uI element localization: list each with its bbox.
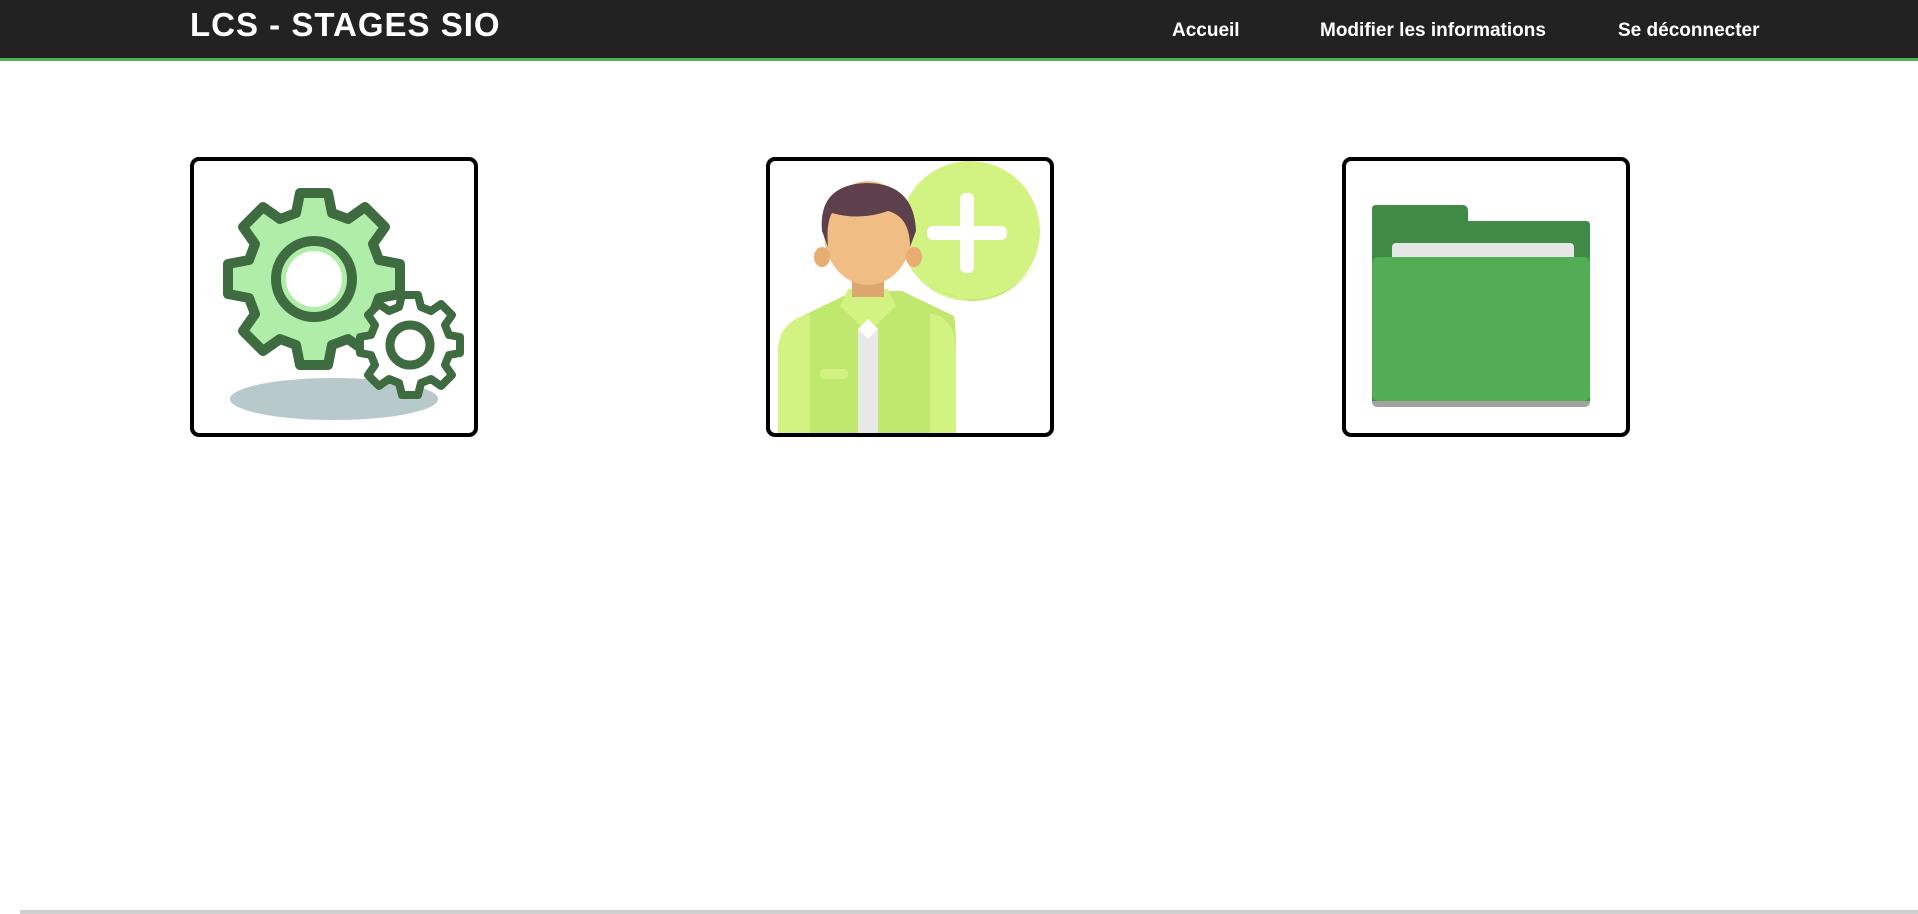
nav-link-accueil[interactable]: Accueil	[1172, 20, 1240, 42]
folder-tile[interactable]	[1342, 157, 1630, 437]
page-bottom-divider	[20, 910, 1918, 914]
folder-icon	[1372, 205, 1590, 407]
nav-link-se-deconnecter[interactable]: Se déconnecter	[1618, 20, 1760, 42]
site-title: LCS - STAGES SIO	[190, 6, 501, 43]
add-user-icon	[778, 161, 1040, 433]
add-user-tile[interactable]	[766, 157, 1054, 437]
settings-tile[interactable]	[190, 157, 478, 437]
nav-link-modifier-informations[interactable]: Modifier les informations	[1320, 20, 1546, 42]
gears-icon	[223, 188, 464, 420]
top-navbar: LCS - STAGES SIO Accueil Modifier les in…	[0, 0, 1918, 61]
